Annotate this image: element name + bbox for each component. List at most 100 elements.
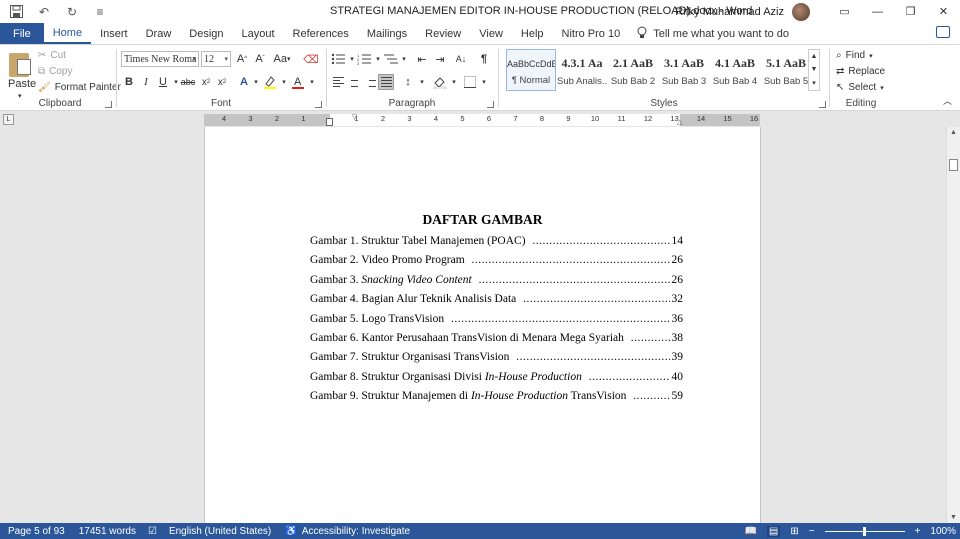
cut-button[interactable]: ✂ Cut [38,50,66,61]
zoom-out-icon[interactable]: − [809,526,815,537]
figure-list-item[interactable]: Gambar 4. Bagian Alur Teknik Analisis Da… [310,293,683,312]
figure-list-item[interactable]: Gambar 8. Struktur Organisasi Divisi In-… [310,371,683,390]
change-case-icon[interactable]: Aa ▾ [272,51,292,67]
figure-list-item[interactable]: Gambar 1. Struktur Tabel Manajemen (POAC… [310,235,683,254]
avatar[interactable] [792,2,810,21]
figure-list-item[interactable]: Gambar 9. Struktur Manajemen di In-House… [310,390,683,409]
tab-insert[interactable]: Insert [91,23,137,44]
left-indent-marker[interactable] [326,118,333,126]
tab-file[interactable]: File [0,23,44,44]
zoom-slider[interactable] [824,526,905,536]
print-layout-icon[interactable]: ▤ [766,525,781,537]
figure-list-item[interactable]: Gambar 7. Struktur Organisasi TransVisio… [310,351,683,370]
subscript-icon[interactable]: x2 [198,74,214,90]
page-count[interactable]: Page 5 of 93 [8,526,65,537]
align-left-icon[interactable] [330,74,346,90]
word-count[interactable]: 17451 words [79,526,136,537]
styles-launcher-icon[interactable] [819,101,826,108]
font-color-dropdown-icon[interactable]: ▾ [304,74,320,90]
comments-icon[interactable] [936,26,950,38]
align-right-icon[interactable] [362,74,378,90]
tab-design[interactable]: Design [180,23,232,44]
tab-view[interactable]: View [470,23,512,44]
tell-me-search[interactable]: Tell me what you want to do [637,23,789,44]
paste-icon[interactable] [9,51,35,77]
tab-review[interactable]: Review [416,23,470,44]
horizontal-ruler[interactable]: ▽ △ 4 3 2 1 1 2 3 4 5 6 7 8 9 10 11 12 13 14 15 16 [204,114,760,126]
clear-formatting-icon[interactable]: ⌫ [303,51,319,67]
copy-button[interactable]: ⧉ Copy [38,66,73,77]
chevron-down-icon[interactable]: ▼ [811,66,818,73]
accessibility-button[interactable]: ♿ Accessibility: Investigate [285,526,410,537]
save-icon[interactable] [8,4,24,20]
scroll-down-icon[interactable]: ▼ [947,512,960,523]
show-formatting-icon[interactable]: ¶ [476,51,492,67]
bold-icon[interactable]: B [121,74,137,90]
document-page[interactable]: DAFTAR GAMBAR Gambar 1. Struktur Tabel M… [204,127,761,523]
paste-button[interactable]: Paste [8,78,36,90]
styles-scroll[interactable]: ▲ ▼ ▾ [808,49,820,91]
font-launcher-icon[interactable] [315,101,322,108]
user-name[interactable]: Rifky Muhammad Aziz [675,6,784,18]
grow-font-icon[interactable]: A ^ [234,51,250,67]
tab-mailings[interactable]: Mailings [358,23,416,44]
style-sub-bab-5[interactable]: 5.1 AaB Sub Bab 5 [761,49,811,91]
style-normal[interactable]: AaBbCcDdE ¶ Normal [506,49,556,91]
format-painter-button[interactable]: 🖌 Format Painter [38,82,121,93]
scroll-up-icon[interactable]: ▲ [947,127,960,138]
justify-icon[interactable] [378,74,394,90]
tab-help[interactable]: Help [512,23,553,44]
customize-qat-icon[interactable]: ≡ [92,4,108,20]
tab-nitro[interactable]: Nitro Pro 10 [553,23,630,44]
font-name-select[interactable]: Times New Roma ▾ [121,51,199,67]
vertical-scrollbar[interactable]: ▲ ▼ [946,127,960,523]
web-layout-icon[interactable]: ⊞ [790,526,798,537]
proofing-icon[interactable]: ☑ [148,526,157,537]
language[interactable]: English (United States) [169,526,271,537]
borders-dropdown-icon[interactable]: ▾ [476,74,492,90]
figure-list-item[interactable]: Gambar 5. Logo TransVision 36 [310,313,683,332]
redo-icon[interactable]: ↻ [64,4,80,20]
sort-icon[interactable]: A↓ [453,51,469,67]
tab-home[interactable]: Home [43,23,92,44]
shrink-font-icon[interactable]: Aˇ [252,51,268,67]
tab-layout[interactable]: Layout [233,23,284,44]
ribbon-display-options-icon[interactable]: ▭ [828,0,861,23]
align-center-icon[interactable] [346,74,362,90]
multilevel-dropdown-icon[interactable]: ▾ [396,51,412,67]
italic-icon[interactable]: I [138,74,154,90]
undo-icon[interactable]: ↶ [36,4,52,20]
paragraph-launcher-icon[interactable] [487,101,494,108]
style-sub-bab-3[interactable]: 3.1 AaB Sub Bab 3 [659,49,709,91]
read-mode-icon[interactable]: 📖 [744,526,756,537]
zoom-in-icon[interactable]: + [915,526,921,537]
tab-draw[interactable]: Draw [137,23,181,44]
replace-button[interactable]: ⇄ Replace [836,66,885,77]
strikethrough-icon[interactable]: abc [180,74,196,90]
tab-selector-icon[interactable]: L [3,114,14,125]
restore-icon[interactable]: ❐ [894,0,927,23]
tab-references[interactable]: References [284,23,358,44]
clipboard-launcher-icon[interactable] [105,101,112,108]
line-spacing-dropdown-icon[interactable]: ▾ [414,74,430,90]
figure-list-item[interactable]: Gambar 2. Video Promo Program 26 [310,254,683,273]
more-styles-icon[interactable]: ▾ [812,79,816,87]
decrease-indent-icon[interactable]: ⇤ [414,51,430,67]
shading-dropdown-icon[interactable]: ▾ [446,74,462,90]
style-sub-bab-4[interactable]: 4.1 AaB Sub Bab 4 [710,49,760,91]
zoom-level[interactable]: 100% [930,526,956,537]
collapse-ribbon-icon[interactable]: ︿ [943,94,952,107]
select-button[interactable]: ↖ Select ▾ [836,82,884,93]
superscript-icon[interactable]: x2 [214,74,230,90]
scroll-thumb[interactable] [949,159,958,171]
font-size-select[interactable]: 12 ▾ [201,51,231,67]
figure-list-item[interactable]: Gambar 3. Snacking Video Content 26 [310,274,683,293]
increase-indent-icon[interactable]: ⇥ [432,51,448,67]
figure-list-item[interactable]: Gambar 6. Kantor Perusahaan TransVision … [310,332,683,351]
chevron-up-icon[interactable]: ▲ [811,53,818,60]
find-button[interactable]: ⌕ Find ▾ [836,50,873,61]
minimize-icon[interactable]: — [861,0,894,23]
style-sub-analisis[interactable]: 4.3.1 Aa Sub Analis... [557,49,607,91]
close-icon[interactable]: ✕ [927,0,960,23]
style-sub-bab-2[interactable]: 2.1 AaB Sub Bab 2 [608,49,658,91]
